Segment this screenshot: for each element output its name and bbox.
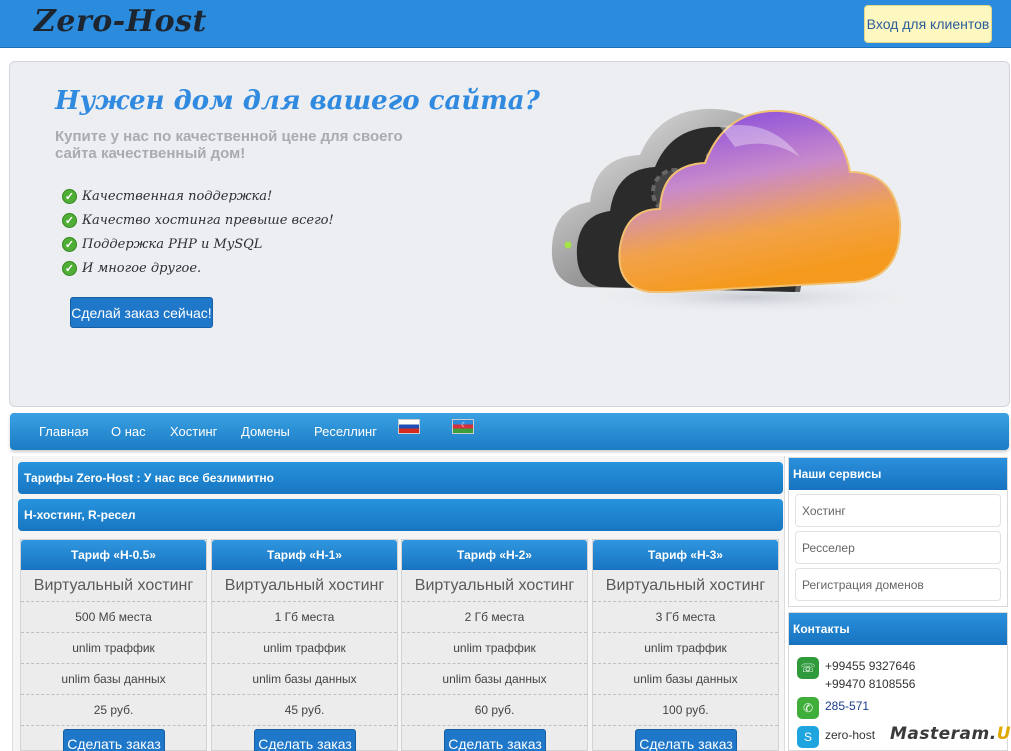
plan-price: 60 руб. (402, 695, 587, 726)
plan-traffic: unlim траффик (402, 633, 587, 664)
skype-icon: S (797, 726, 819, 748)
cloud-server-illustration (551, 108, 910, 315)
order-button[interactable]: Сделать заказ (254, 729, 356, 751)
service-link-reseller[interactable]: Ресселер (795, 531, 1001, 564)
main-nav: Главная О нас Хостинг Домены Реселлинг (10, 413, 1009, 450)
plan-space: 1 Гб места (212, 602, 397, 633)
plan-space: 2 Гб места (402, 602, 587, 633)
site-logo[interactable]: Zero-Host (34, 4, 207, 39)
plan-traffic: unlim траффик (212, 633, 397, 664)
check-icon: ✓ (62, 188, 77, 204)
plan-type: Виртуальный хостинг (212, 570, 397, 602)
plan-title: Тариф «H-2» (402, 540, 587, 570)
service-link-hosting[interactable]: Хостинг (795, 494, 1001, 527)
check-icon: ✓ (62, 260, 77, 276)
plan-price: 100 руб. (593, 695, 778, 726)
services-title: Наши сервисы (789, 458, 1007, 490)
feature-item: ✓ Качественная поддержка! (62, 184, 334, 208)
plan-card-h05: Тариф «H-0.5» Виртуальный хостинг 500 Мб… (20, 539, 207, 751)
tariffs-header-bar: Тарифы Zero-Host : У нас все безлимитно (18, 462, 783, 494)
plan-card-h2: Тариф «H-2» Виртуальный хостинг 2 Гб мес… (401, 539, 588, 751)
service-link-domains[interactable]: Регистрация доменов (795, 568, 1001, 601)
plan-title: Тариф «H-1» (212, 540, 397, 570)
plan-databases: unlim базы данных (212, 664, 397, 695)
plan-space: 3 Гб места (593, 602, 778, 633)
check-icon: ✓ (62, 212, 77, 228)
phone-icon: ☏ (797, 657, 819, 679)
plan-title: Тариф «H-3» (593, 540, 778, 570)
feature-item: ✓ И многое другое. (62, 256, 334, 280)
hosting-type-bar: H-хостинг, R-ресел (18, 499, 783, 531)
feature-item: ✓ Поддержка PHP и MySQL (62, 232, 334, 256)
plan-databases: unlim базы данных (402, 664, 587, 695)
services-panel: Наши сервисы Хостинг Ресселер Регистраци… (788, 457, 1008, 607)
skype-handle[interactable]: zero-host (825, 726, 875, 744)
flag-azerbaijan-icon[interactable] (452, 419, 474, 434)
site-header: Zero-Host Вход для клиентов (0, 0, 1011, 48)
hero-subtitle: Купите у нас по качественной цене для св… (55, 128, 403, 162)
plan-title: Тариф «H-0.5» (21, 540, 206, 570)
plan-type: Виртуальный хостинг (21, 570, 206, 602)
plan-space: 500 Мб места (21, 602, 206, 633)
flag-russia-icon[interactable] (398, 419, 420, 434)
hero-banner: Нужен дом для вашего сайта? Купите у нас… (9, 61, 1010, 407)
nav-item-hosting[interactable]: Хостинг (170, 424, 217, 439)
nav-item-home[interactable]: Главная (39, 424, 88, 439)
plan-databases: unlim базы данных (21, 664, 206, 695)
feature-item: ✓ Качество хостинга превыше всего! (62, 208, 334, 232)
hero-title: Нужен дом для вашего сайта? (55, 86, 540, 116)
phone-number: +99470 8108556 (825, 677, 916, 691)
contact-skype: S zero-host (797, 726, 875, 748)
order-button[interactable]: Сделать заказ (635, 729, 737, 751)
site-watermark: Masteram.US (890, 724, 1011, 744)
plan-databases: unlim базы данных (593, 664, 778, 695)
order-button[interactable]: Сделать заказ (63, 729, 165, 751)
nav-item-domains[interactable]: Домены (241, 424, 290, 439)
plan-price: 45 руб. (212, 695, 397, 726)
order-now-button[interactable]: Сделай заказ сейчас! (70, 297, 213, 328)
whatsapp-icon: ✆ (797, 697, 819, 719)
order-button[interactable]: Сделать заказ (444, 729, 546, 751)
whatsapp-number[interactable]: 285-571 (825, 697, 869, 715)
plan-card-h3: Тариф «H-3» Виртуальный хостинг 3 Гб мес… (592, 539, 779, 751)
check-icon: ✓ (62, 236, 77, 252)
contact-whatsapp: ✆ 285-571 (797, 697, 869, 719)
plan-traffic: unlim траффик (21, 633, 206, 664)
plan-traffic: unlim траффик (593, 633, 778, 664)
nav-item-reselling[interactable]: Реселлинг (314, 424, 377, 439)
client-login-button[interactable]: Вход для клиентов (864, 5, 992, 43)
main-content: Тарифы Zero-Host : У нас все безлимитно … (12, 456, 785, 751)
contact-phones: ☏ +99455 9327646 +99470 8108556 (797, 657, 915, 693)
plan-price: 25 руб. (21, 695, 206, 726)
phone-number: +99455 9327646 (825, 659, 916, 673)
contacts-title: Контакты (789, 613, 1007, 645)
plan-type: Виртуальный хостинг (593, 570, 778, 602)
feature-list: ✓ Качественная поддержка! ✓ Качество хости… (62, 184, 334, 280)
plan-type: Виртуальный хостинг (402, 570, 587, 602)
plan-card-h1: Тариф «H-1» Виртуальный хостинг 1 Гб мес… (211, 539, 398, 751)
nav-item-about[interactable]: О нас (111, 424, 146, 439)
